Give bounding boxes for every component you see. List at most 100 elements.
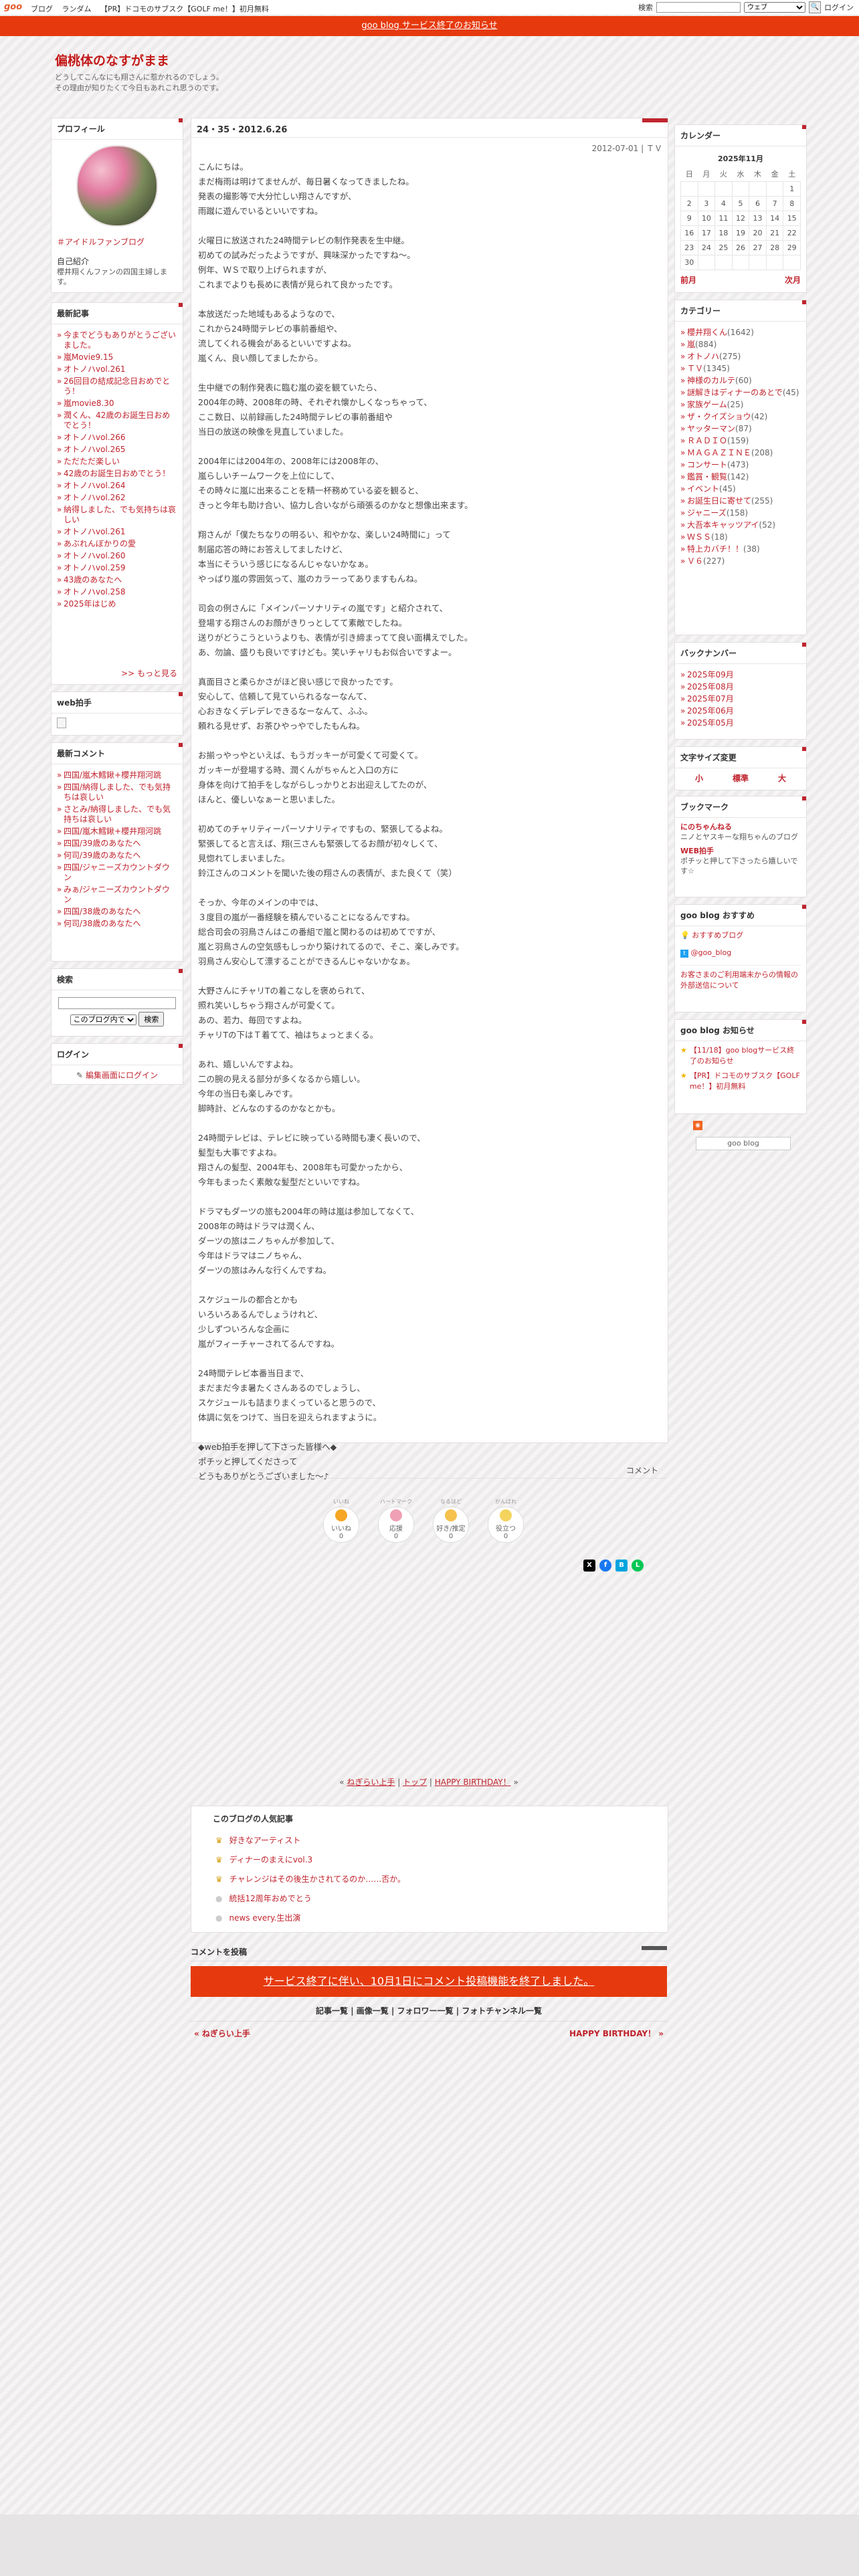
recent-post-item[interactable]: 嵐movie8.30 xyxy=(57,399,177,409)
calendar-day[interactable]: 25 xyxy=(714,240,733,255)
category-name[interactable]: Ｖ６ xyxy=(687,556,703,566)
recent-post-item[interactable]: オトノハvol.266 xyxy=(57,433,177,443)
backnumber-item[interactable]: 2025年06月 xyxy=(680,706,801,716)
popular-post-item[interactable]: ♛ チャレンジはその後生かされてるのか……否か。 xyxy=(215,1869,405,1889)
reaction-button[interactable]: がんばれ 役立つ 0 xyxy=(486,1498,526,1543)
calendar-day[interactable]: 5 xyxy=(731,196,750,211)
calendar-day[interactable]: 29 xyxy=(783,240,801,255)
recent-post-item[interactable]: オトノハvol.262 xyxy=(57,493,177,503)
pager-next[interactable]: HAPPY BIRTHDAY！ xyxy=(435,1778,511,1787)
external-transmission-link[interactable]: お客さまのご利用端末からの情報の外部送信について xyxy=(680,970,801,991)
reaction-circle[interactable]: 応援 0 xyxy=(378,1507,414,1543)
font-large-button[interactable]: 大 xyxy=(778,772,786,784)
calendar-day[interactable]: 13 xyxy=(749,211,767,226)
goo-logo[interactable]: goo xyxy=(4,2,22,12)
recent-comment-item[interactable]: 四国/38歳のあなたへ xyxy=(57,907,177,917)
category-name[interactable]: 嵐 xyxy=(687,340,695,349)
footer-prev[interactable]: « ねぎらい上手 xyxy=(194,2028,250,2039)
popular-post-title[interactable]: 好きなアーティスト xyxy=(229,1834,301,1846)
reaction-button[interactable]: ハートマーク 応援 0 xyxy=(376,1498,416,1543)
calendar-day[interactable]: 15 xyxy=(783,211,801,226)
recent-post-item[interactable]: 42歳のお誕生日おめでとう！ xyxy=(57,469,177,479)
category-item[interactable]: イベント(45) xyxy=(680,484,801,494)
nav-pr[interactable]: 【PR】ドコモのサブスク【GOLF me！】初月無料 xyxy=(100,5,269,13)
category-item[interactable]: 特上カバチ！！(38) xyxy=(680,544,801,554)
calendar-next[interactable]: 次月 xyxy=(785,274,801,286)
calendar-day[interactable]: 24 xyxy=(697,240,716,255)
category-item[interactable]: 家族ゲーム(25) xyxy=(680,400,801,410)
calendar-day[interactable]: 3 xyxy=(697,196,716,211)
calendar-day[interactable]: 1 xyxy=(783,181,801,197)
category-name[interactable]: 特上カバチ！！ xyxy=(687,544,743,554)
calendar-day[interactable]: 27 xyxy=(749,240,767,255)
category-item[interactable]: ＲＡＤＩＯ(159) xyxy=(680,436,801,446)
recent-post-item[interactable]: 2025年はじめ xyxy=(57,599,177,609)
login-link[interactable]: ログイン xyxy=(824,2,854,13)
blog-title[interactable]: 偏桃体のなすがまま xyxy=(55,51,169,69)
service-end-notice[interactable]: goo blog サービス終了のお知らせ xyxy=(0,16,859,36)
admin-login-link[interactable]: 編集画面にログイン xyxy=(86,1071,158,1080)
comment-link[interactable]: コメント xyxy=(626,1465,658,1476)
search-icon[interactable]: 🔍 xyxy=(809,1,821,13)
calendar-day[interactable]: 8 xyxy=(783,196,801,211)
recent-post-item[interactable]: ただただ楽しい xyxy=(57,457,177,467)
recent-comment-item[interactable]: さとみ/納得しました、でも気持ちは哀しい xyxy=(57,804,177,825)
blog-search-scope[interactable]: このブログ内で xyxy=(70,1014,136,1025)
popular-post-item[interactable]: ● news every.生出演 xyxy=(215,1908,405,1927)
calendar-day[interactable]: 4 xyxy=(714,196,733,211)
category-name[interactable]: 鑑賞・観覧 xyxy=(687,472,727,481)
calendar-day[interactable]: 28 xyxy=(765,240,784,255)
category-item[interactable]: 嵐(884) xyxy=(680,340,801,350)
popular-post-title[interactable]: ディナーのまえにvol.3 xyxy=(229,1854,312,1865)
calendar-day[interactable]: 30 xyxy=(680,255,698,270)
pager-prev[interactable]: ねぎらい上手 xyxy=(347,1778,395,1787)
recent-post-item[interactable]: 43歳のあなたへ xyxy=(57,575,177,585)
category-item[interactable]: 櫻井翔くん(1642) xyxy=(680,328,801,338)
x-share-icon[interactable]: X xyxy=(583,1560,595,1572)
profile-tag[interactable]: ＃アイドルファンブログ xyxy=(57,236,177,247)
recent-post-item[interactable]: オトノハvol.260 xyxy=(57,551,177,561)
category-item[interactable]: お誕生日に寄せて(255) xyxy=(680,496,801,506)
nav-random[interactable]: ランダム xyxy=(62,5,92,13)
category-name[interactable]: ＲＡＤＩＯ xyxy=(687,436,727,445)
calendar-day[interactable]: 20 xyxy=(749,225,767,241)
top-search-input[interactable] xyxy=(656,2,741,13)
reaction-button[interactable]: なるほど 好き/推定 0 xyxy=(431,1498,471,1543)
category-item[interactable]: オトノハ(275) xyxy=(680,352,801,362)
calendar-day[interactable]: 22 xyxy=(783,225,801,241)
recent-comment-item[interactable]: 四国/納得しました、でも気持ちは哀しい xyxy=(57,782,177,802)
recent-post-item[interactable]: 26回目の結成記念日おめでとう！ xyxy=(57,377,177,397)
footer-next[interactable]: HAPPY BIRTHDAY！ » xyxy=(569,2028,664,2039)
comment-closed-notice[interactable]: サービス終了に伴い、10月1日にコメント投稿機能を終了しました。 xyxy=(191,1966,667,1997)
font-medium-button[interactable]: 標準 xyxy=(733,772,749,784)
nav-blog[interactable]: ブログ xyxy=(31,5,53,13)
recent-post-item[interactable]: あぶれんぼかりの愛 xyxy=(57,539,177,549)
entry-title[interactable]: 24・35・2012.6.26 xyxy=(197,122,287,135)
recent-post-item[interactable]: オトノハvol.258 xyxy=(57,587,177,597)
category-name[interactable]: 家族ゲーム xyxy=(687,400,727,409)
calendar-day[interactable]: 12 xyxy=(731,211,750,226)
recent-comment-item[interactable]: 何司/39歳のあなたへ xyxy=(57,851,177,861)
recommend-blog-link[interactable]: おすすめブログ xyxy=(692,931,743,940)
backnumber-item[interactable]: 2025年08月 xyxy=(680,682,801,692)
broken-image-icon[interactable] xyxy=(57,718,66,728)
category-item[interactable]: コンサート(473) xyxy=(680,460,801,470)
category-name[interactable]: ザ・クイズショウ xyxy=(687,412,751,421)
category-item[interactable]: ＭＡＧＡＺＩＮＥ(208) xyxy=(680,448,801,458)
calendar-day[interactable]: 14 xyxy=(765,211,784,226)
category-item[interactable]: ＷＳＳ(18) xyxy=(680,532,801,542)
category-name[interactable]: イベント xyxy=(687,484,719,494)
calendar-day[interactable]: 10 xyxy=(697,211,716,226)
recent-comment-item[interactable]: 四国/嵐木鱈鍬+櫻井翔河跳 xyxy=(57,827,177,837)
recent-comment-item[interactable]: みぁ/ジャニーズカウントダウン xyxy=(57,885,177,905)
popular-post-item[interactable]: ♛ ディナーのまえにvol.3 xyxy=(215,1850,405,1869)
category-name[interactable]: コンサート xyxy=(687,460,727,469)
reaction-button[interactable]: いいね いいね 0 xyxy=(321,1498,361,1543)
category-item[interactable]: Ｖ６(227) xyxy=(680,556,801,566)
category-name[interactable]: 謎解きはディナーのあとで xyxy=(687,388,783,397)
calendar-prev[interactable]: 前月 xyxy=(680,274,696,286)
recent-post-item[interactable]: 嵐Movie9.15 xyxy=(57,352,177,362)
calendar-day[interactable]: 16 xyxy=(680,225,698,241)
entry-date[interactable]: 2012-07-01 | ＴＶ xyxy=(592,142,662,154)
news-item-2[interactable]: 【PR】ドコモのサブスク【GOLF me！】初月無料 xyxy=(690,1071,801,1092)
